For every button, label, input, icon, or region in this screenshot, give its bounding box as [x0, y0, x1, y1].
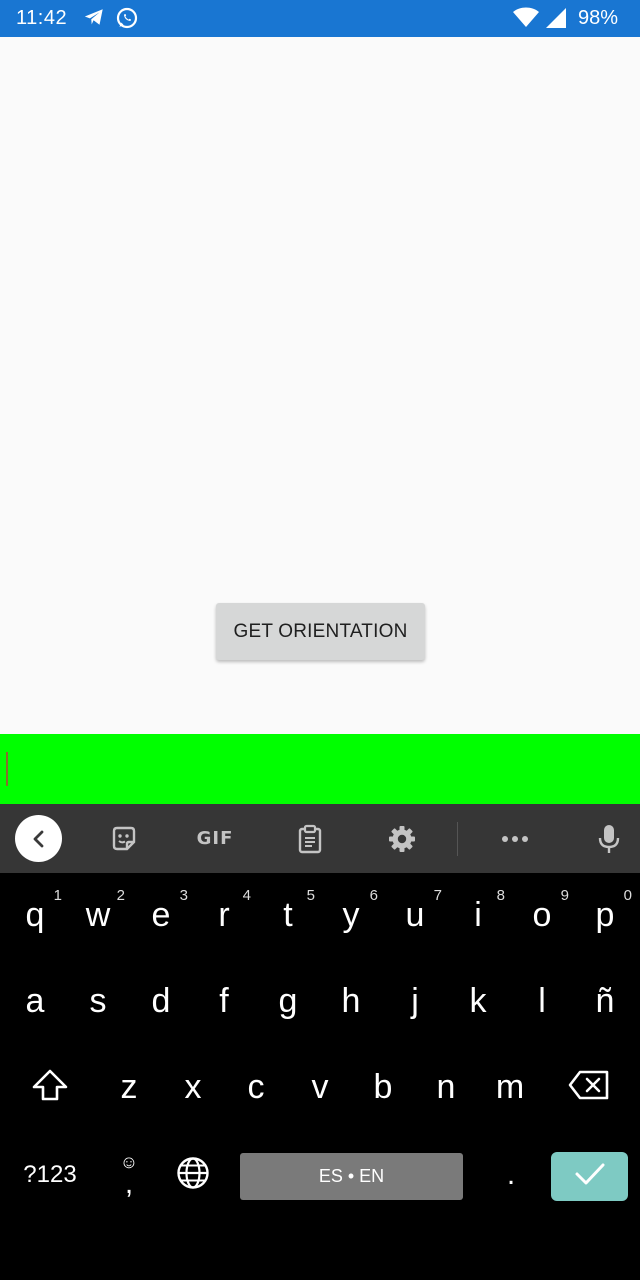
key-label: v [311, 1068, 329, 1106]
key-label: z [120, 1068, 138, 1106]
text-cursor [6, 752, 8, 786]
key-label: f [219, 982, 229, 1020]
key-r[interactable]: r4 [192, 875, 256, 955]
clipboard-icon[interactable] [290, 804, 330, 873]
key-h[interactable]: h [319, 961, 383, 1041]
key-hint: 5 [306, 887, 315, 904]
key-hint: 1 [53, 887, 62, 904]
comma-key[interactable]: ☺ , [104, 1135, 154, 1215]
space-key[interactable]: ES • EN [240, 1153, 463, 1200]
wifi-icon [512, 7, 540, 34]
key-b[interactable]: b [351, 1047, 415, 1127]
key-f[interactable]: f [192, 961, 256, 1041]
language-key[interactable] [168, 1135, 218, 1215]
get-orientation-button[interactable]: GET ORIENTATION [216, 603, 425, 660]
key-n[interactable]: n [414, 1047, 478, 1127]
key-u[interactable]: u7 [383, 875, 447, 955]
keyboard: q1 w2 e3 r4 t5 y6 u7 i8 o9 p0 a s d f g … [0, 873, 640, 1280]
key-w[interactable]: w2 [66, 875, 130, 955]
shift-key[interactable] [14, 1047, 86, 1127]
globe-icon [176, 1156, 210, 1195]
key-label: e [151, 896, 171, 934]
key-e[interactable]: e3 [129, 875, 193, 955]
microphone-icon[interactable] [589, 804, 629, 873]
status-bar: 11:42 98% [0, 0, 640, 37]
key-label: p [595, 896, 615, 934]
sticker-icon[interactable] [104, 804, 144, 873]
keyboard-toolbar: GIF [0, 804, 640, 873]
key-label: l [538, 982, 546, 1020]
key-y[interactable]: y6 [319, 875, 383, 955]
key-label: a [25, 982, 45, 1020]
settings-icon[interactable] [382, 804, 422, 873]
key-hint: 3 [179, 887, 188, 904]
key-p[interactable]: p0 [573, 875, 637, 955]
key-x[interactable]: x [161, 1047, 225, 1127]
shift-icon [31, 1068, 69, 1107]
key-label: t [283, 896, 293, 934]
key-l[interactable]: l [510, 961, 574, 1041]
period-key[interactable]: . [486, 1135, 536, 1215]
key-label: j [411, 982, 419, 1020]
key-label: k [469, 982, 487, 1020]
key-k[interactable]: k [446, 961, 510, 1041]
key-label: n [436, 1068, 456, 1106]
gif-icon[interactable]: GIF [190, 804, 240, 873]
key-label: h [341, 982, 361, 1020]
comma-label: , [124, 1167, 134, 1200]
key-label: w [85, 896, 111, 934]
key-hint: 4 [242, 887, 251, 904]
key-o[interactable]: o9 [510, 875, 574, 955]
toolbar-divider [457, 822, 458, 856]
key-label: g [278, 982, 298, 1020]
key-label: c [247, 1068, 265, 1106]
key-label: d [151, 982, 171, 1020]
key-hint: 8 [496, 887, 505, 904]
key-label: ñ [595, 982, 615, 1020]
key-i[interactable]: i8 [446, 875, 510, 955]
key-hint: 6 [369, 887, 378, 904]
symbols-key[interactable]: ?123 [10, 1135, 90, 1215]
app-content: GET ORIENTATION [0, 37, 640, 734]
cell-signal-icon [545, 7, 567, 34]
key-s[interactable]: s [66, 961, 130, 1041]
key-v[interactable]: v [288, 1047, 352, 1127]
enter-key[interactable] [551, 1152, 628, 1201]
key-c[interactable]: c [224, 1047, 288, 1127]
key-label: r [218, 896, 230, 934]
key-label: x [184, 1068, 202, 1106]
key-label: s [89, 982, 107, 1020]
backspace-icon [568, 1069, 610, 1106]
key-label: y [342, 896, 360, 934]
key-j[interactable]: j [383, 961, 447, 1041]
key-d[interactable]: d [129, 961, 193, 1041]
telegram-icon [83, 6, 105, 33]
key-hint: 9 [560, 887, 569, 904]
key-label: m [495, 1068, 525, 1106]
key-z[interactable]: z [97, 1047, 161, 1127]
backspace-key[interactable] [553, 1047, 625, 1127]
phone-screen: 11:42 98% GET ORIENTATION GIF q 1 w 2 e … [0, 0, 640, 1280]
battery-percentage: 98% [577, 7, 618, 29]
more-icon[interactable] [495, 804, 535, 873]
key-hint: 0 [623, 887, 632, 904]
key-label: q [25, 896, 45, 934]
key-label: i [474, 896, 482, 934]
key-g[interactable]: g [256, 961, 320, 1041]
key-hint: 2 [116, 887, 125, 904]
key-t[interactable]: t5 [256, 875, 320, 955]
back-chevron-icon[interactable] [15, 815, 62, 862]
checkmark-icon [574, 1161, 606, 1192]
whatsapp-icon [115, 6, 139, 35]
text-entry-field[interactable] [0, 734, 640, 804]
status-time: 11:42 [16, 7, 68, 29]
key-label: b [373, 1068, 393, 1106]
key-a[interactable]: a [3, 961, 67, 1041]
key-m[interactable]: m [478, 1047, 542, 1127]
key-label: o [532, 896, 552, 934]
key-label: u [405, 896, 425, 934]
key-hint: 7 [433, 887, 442, 904]
key-q[interactable]: q1 [3, 875, 67, 955]
key-enye[interactable]: ñ [573, 961, 637, 1041]
